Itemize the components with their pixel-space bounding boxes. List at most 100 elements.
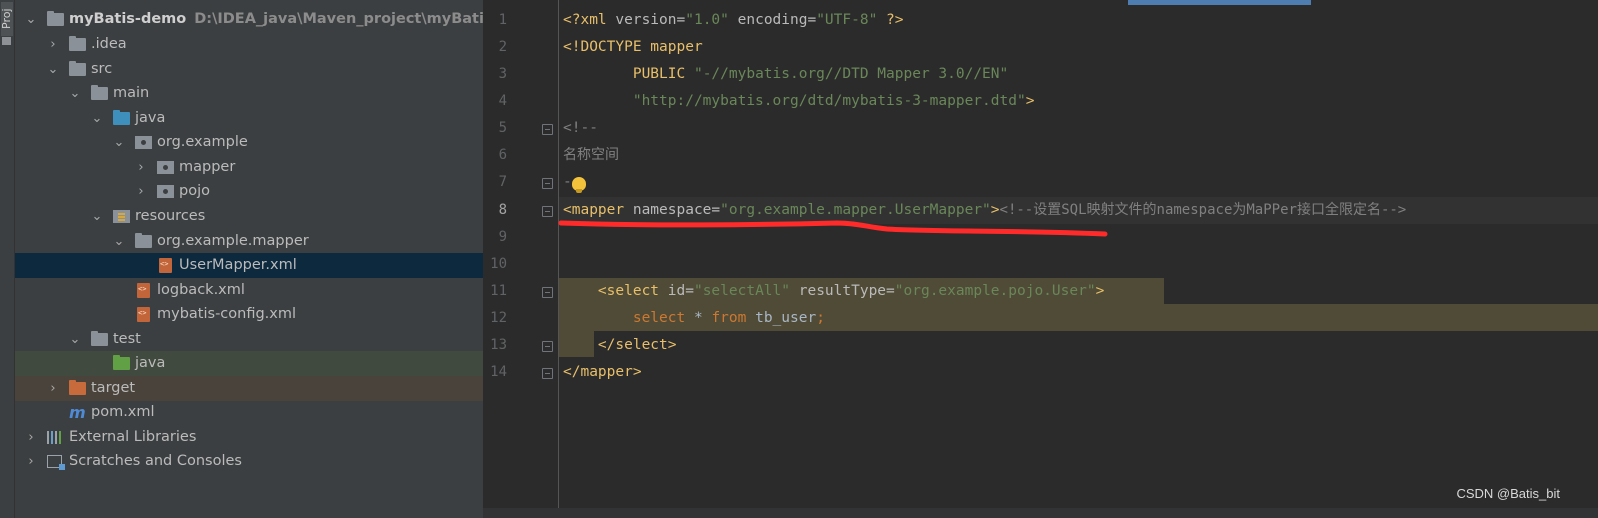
code-line-14[interactable]: </mapper> [563,359,642,386]
line-number: 8 [498,202,507,218]
horizontal-scrollbar[interactable] [483,508,1598,518]
line-number: 14 [490,364,507,380]
string-token: "org.example.pojo.User" [894,283,1096,299]
code-line-2[interactable]: <!DOCTYPE mapper [563,34,703,61]
sql-keyword-token: select [632,310,686,326]
code-line-13[interactable]: </select> [563,332,677,359]
equals-token: = [886,283,895,299]
tree-item-external-libraries[interactable]: › External Libraries [15,425,483,450]
chevron-down-icon[interactable]: ⌄ [68,327,82,352]
chevron-down-icon[interactable]: ⌄ [90,204,104,229]
chevron-down-icon[interactable]: ⌄ [112,229,126,254]
chevron-down-icon[interactable]: ⌄ [90,106,104,131]
excluded-folder-icon [69,380,86,395]
sql-keyword-token: from [711,310,747,326]
chevron-right-icon[interactable]: › [134,155,148,180]
string-token: "selectAll" [693,283,790,299]
line-number-gutter[interactable]: 1 2 3 4 5 6 7 8 9 10 11 12 13 14 [483,0,558,510]
tree-item-org-example[interactable]: ⌄ org.example [15,130,483,155]
code-line-6[interactable]: 名称空间 [563,142,619,169]
sql-token: tb_user [746,310,817,326]
folder-icon [91,331,108,346]
chevron-right-icon[interactable]: › [24,449,38,474]
chevron-down-icon[interactable]: ⌄ [24,7,38,32]
watermark-text: CSDN @Batis_bit [1456,486,1560,501]
tree-item-label: UserMapper.xml [179,257,297,273]
tree-item-java-test[interactable]: java [15,351,483,376]
code-line-3[interactable]: PUBLIC "-//mybatis.org//DTD Mapper 3.0//… [563,61,1008,88]
comment-token: <!-- [563,120,598,136]
scratches-icon [47,455,65,470]
string-token: "UTF-8" [816,12,878,28]
chevron-down-icon[interactable]: ⌄ [112,130,126,155]
source-folder-icon [113,110,130,125]
code-editor[interactable]: 1 2 3 4 5 6 7 8 9 10 11 12 13 14 <?xml v… [483,0,1598,518]
code-line-1[interactable]: <?xml version="1.0" encoding="UTF-8" ?> [563,7,904,34]
chevron-right-icon[interactable]: › [24,425,38,450]
code-line-12[interactable]: select * from tb_user; [563,305,825,332]
tree-item-org-example-mapper[interactable]: ⌄ org.example.mapper [15,229,483,254]
folder-icon [69,36,86,51]
folder-icon [91,85,108,100]
chevron-down-icon[interactable]: ⌄ [46,57,60,82]
line-number: 4 [498,93,507,109]
fold-marker-icon[interactable] [542,341,553,352]
folder-icon [135,233,152,248]
tree-item-java-main[interactable]: ⌄ java [15,106,483,131]
tree-item-mybatis-demo[interactable]: ⌄ myBatis-demo D:\IDEA_java\Maven_project… [15,7,483,32]
project-tool-window-strip[interactable]: Proj [0,0,15,518]
tree-item-logback-xml[interactable]: logback.xml [15,278,483,303]
tree-item-src[interactable]: ⌄ src [15,57,483,82]
tree-item-resources[interactable]: ⌄ resources [15,204,483,229]
string-token: "-//mybatis.org//DTD Mapper 3.0//EN" [693,66,1009,82]
fold-marker-icon[interactable] [542,124,553,135]
tree-item-label: main [113,85,150,101]
string-token: "1.0" [685,12,729,28]
tree-item-pom-xml[interactable]: m pom.xml [15,400,483,425]
tree-item-test[interactable]: ⌄ test [15,327,483,352]
chevron-down-icon[interactable]: ⌄ [68,81,82,106]
tree-item-main[interactable]: ⌄ main [15,81,483,106]
lightbulb-icon[interactable] [572,177,586,193]
indent-token [563,283,598,299]
fold-marker-icon[interactable] [542,178,553,189]
code-line-4[interactable]: "http://mybatis.org/dtd/mybatis-3-mapper… [563,88,1035,115]
tree-item-label: org.example [157,134,248,150]
fold-marker-icon[interactable] [542,206,553,217]
tree-item-label: myBatis-demo [69,11,187,27]
tree-item-target[interactable]: › target [15,376,483,401]
line-number: 11 [490,283,507,299]
tree-item-usermapper-xml[interactable]: UserMapper.xml [15,253,483,278]
libraries-icon [47,431,64,444]
project-path: D:\IDEA_java\Maven_project\myBatis-der [194,11,483,27]
doctype-token: <!DOCTYPE mapper [563,39,703,55]
code-line-5[interactable]: <!-- [563,115,598,142]
tree-item-label: java [135,355,166,371]
attr-token: resultType [798,283,887,299]
sql-token: * [685,310,712,326]
tree-item-idea[interactable]: › .idea [15,32,483,57]
project-tree[interactable]: ⌄ myBatis-demo D:\IDEA_java\Maven_project… [15,0,483,518]
tree-item-label: logback.xml [157,282,245,298]
keyword-token: PUBLIC [632,66,686,82]
maven-icon: m [69,403,86,422]
code-line-7[interactable]: - [563,169,572,196]
tree-item-label: org.example.mapper [157,233,309,249]
project-tab-label[interactable]: Proj [0,2,13,36]
tree-item-label: test [113,331,141,347]
code-line-11[interactable]: <select id="selectAll" resultType="org.e… [563,278,1104,305]
fold-marker-icon[interactable] [542,287,553,298]
chevron-right-icon[interactable]: › [46,32,60,57]
chevron-right-icon[interactable]: › [46,376,60,401]
tree-item-label: Scratches and Consoles [69,453,242,469]
tree-item-mybatis-config-xml[interactable]: mybatis-config.xml [15,302,483,327]
tree-item-mapper[interactable]: › mapper [15,155,483,180]
chevron-right-icon[interactable]: › [134,179,148,204]
equals-token: = [685,283,694,299]
tree-item-scratches[interactable]: › Scratches and Consoles [15,449,483,474]
horizontal-scroll-thumb[interactable] [1128,0,1311,5]
tree-item-pojo[interactable]: › pojo [15,179,483,204]
fold-marker-icon[interactable] [542,368,553,379]
tree-item-label: External Libraries [69,429,197,445]
